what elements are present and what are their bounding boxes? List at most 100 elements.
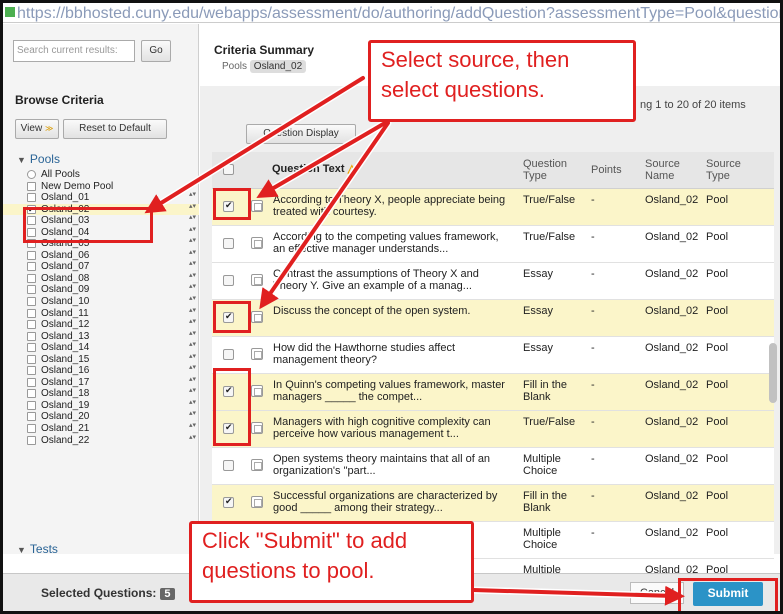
preview-icon[interactable]	[251, 459, 263, 471]
pool-item[interactable]: Osland_12 ▴▾	[3, 318, 199, 331]
preview-icon[interactable]	[251, 311, 263, 323]
preview-icon[interactable]	[251, 200, 263, 212]
pool-checkbox[interactable]	[27, 273, 36, 283]
reorder-handle-icon[interactable]: ▴▾	[189, 226, 196, 233]
reorder-handle-icon[interactable]: ▴▾	[189, 191, 196, 198]
reorder-handle-icon[interactable]: ▴▾	[189, 364, 196, 371]
go-button[interactable]: Go	[141, 40, 171, 62]
reorder-handle-icon[interactable]: ▴▾	[189, 307, 196, 314]
pool-checkbox[interactable]	[27, 331, 36, 341]
preview-icon[interactable]	[251, 422, 263, 434]
pool-item[interactable]: Osland_18 ▴▾	[3, 387, 199, 400]
reorder-handle-icon[interactable]: ▴▾	[189, 214, 196, 221]
reorder-handle-icon[interactable]: ▴▾	[189, 295, 196, 302]
pool-item[interactable]: Osland_07 ▴▾	[3, 260, 199, 273]
reorder-handle-icon[interactable]: ▴▾	[189, 353, 196, 360]
table-row[interactable]: In Quinn's competing values framework, m…	[212, 374, 774, 411]
pool-checkbox[interactable]	[27, 320, 36, 330]
question-checkbox[interactable]	[223, 496, 234, 508]
preview-icon[interactable]	[251, 385, 263, 397]
pool-item[interactable]: Osland_15 ▴▾	[3, 353, 199, 366]
pool-item[interactable]: Osland_06 ▴▾	[3, 249, 199, 262]
criteria-chip[interactable]: Osland_02	[249, 60, 307, 73]
preview-icon[interactable]	[251, 237, 263, 249]
pool-item[interactable]: Osland_09 ▴▾	[3, 283, 199, 296]
pool-item[interactable]: Osland_17 ▴▾	[3, 376, 199, 389]
search-results-input[interactable]: Search current results:	[13, 40, 135, 62]
table-row[interactable]: Managers with high cognitive complexity …	[212, 411, 774, 448]
pools-section-header[interactable]: ▼ Pools	[17, 152, 60, 166]
preview-icon[interactable]	[251, 274, 263, 286]
table-row[interactable]: Open systems theory maintains that all o…	[212, 448, 774, 485]
table-row[interactable]: How did the Hawthorne studies affect man…	[212, 337, 774, 374]
reorder-handle-icon[interactable]: ▴▾	[189, 422, 196, 429]
pool-checkbox[interactable]	[27, 181, 36, 191]
pool-item[interactable]: Osland_20 ▴▾	[3, 410, 199, 423]
address-bar[interactable]: https://bbhosted.cuny.edu/webapps/assess…	[3, 3, 780, 23]
table-row[interactable]: Successful organizations are characteriz…	[212, 485, 774, 522]
pool-item[interactable]: Osland_22 ▴▾	[3, 434, 199, 447]
column-source-type[interactable]: Source Type	[706, 158, 746, 182]
column-source-name[interactable]: Source Name	[645, 158, 695, 182]
pool-checkbox[interactable]	[27, 400, 36, 410]
question-checkbox[interactable]	[223, 349, 234, 360]
pool-checkbox[interactable]	[27, 412, 36, 422]
reorder-handle-icon[interactable]: ▴▾	[189, 318, 196, 325]
pool-item[interactable]: Osland_08 ▴▾	[3, 272, 199, 285]
table-row[interactable]: Contrast the assumptions of Theory X and…	[212, 263, 774, 300]
reorder-handle-icon[interactable]: ▴▾	[189, 249, 196, 256]
reorder-handle-icon[interactable]: ▴▾	[189, 180, 196, 187]
pool-item[interactable]: Osland_10 ▴▾	[3, 295, 199, 308]
pool-checkbox[interactable]	[27, 377, 36, 387]
view-button[interactable]: View ≫	[15, 119, 59, 139]
pool-item[interactable]: Osland_13 ▴▾	[3, 330, 199, 343]
reorder-handle-icon[interactable]: ▴▾	[189, 203, 196, 210]
pool-item[interactable]: Osland_01 ▴▾	[3, 191, 199, 204]
reorder-handle-icon[interactable]: ▴▾	[189, 330, 196, 337]
scrollbar-thumb[interactable]	[769, 343, 777, 403]
pool-item[interactable]: Osland_14 ▴▾	[3, 341, 199, 354]
pool-checkbox[interactable]	[27, 366, 36, 376]
preview-icon[interactable]	[251, 496, 263, 508]
pool-checkbox[interactable]	[27, 308, 36, 318]
table-row[interactable]: According to Theory X, people appreciate…	[212, 189, 774, 226]
pool-checkbox[interactable]	[27, 250, 36, 260]
reorder-handle-icon[interactable]: ▴▾	[189, 434, 196, 441]
pool-item[interactable]: Osland_19 ▴▾	[3, 399, 199, 412]
reorder-handle-icon[interactable]: ▴▾	[189, 272, 196, 279]
column-points[interactable]: Points	[591, 164, 622, 176]
question-checkbox[interactable]	[223, 460, 234, 471]
pool-item[interactable]: All Pools	[3, 169, 199, 181]
pool-item[interactable]: New Demo Pool ▴▾	[3, 180, 199, 193]
reorder-handle-icon[interactable]: ▴▾	[189, 237, 196, 244]
pool-checkbox[interactable]	[27, 262, 36, 272]
pool-checkbox[interactable]	[27, 424, 36, 434]
pool-radio[interactable]	[27, 170, 36, 179]
reorder-handle-icon[interactable]: ▴▾	[189, 376, 196, 383]
pool-checkbox[interactable]	[27, 297, 36, 307]
question-checkbox[interactable]	[223, 238, 234, 249]
pool-checkbox[interactable]	[27, 435, 36, 445]
column-question-text[interactable]: Question Text △	[272, 163, 356, 175]
column-question-type[interactable]: Question Type	[523, 158, 583, 182]
table-row[interactable]: Discuss the concept of the open system. E…	[212, 300, 774, 337]
table-row[interactable]: According to the competing values framew…	[212, 226, 774, 263]
reorder-handle-icon[interactable]: ▴▾	[189, 341, 196, 348]
pool-checkbox[interactable]	[27, 389, 36, 399]
select-all-checkbox[interactable]	[223, 164, 234, 175]
cancel-button[interactable]: Cancel	[630, 582, 684, 604]
tests-section-header[interactable]: ▼ Tests	[17, 542, 58, 556]
pool-checkbox[interactable]	[27, 354, 36, 364]
question-checkbox[interactable]	[223, 275, 234, 286]
reorder-handle-icon[interactable]: ▴▾	[189, 283, 196, 290]
reorder-handle-icon[interactable]: ▴▾	[189, 410, 196, 417]
reorder-handle-icon[interactable]: ▴▾	[189, 387, 196, 394]
pool-item[interactable]: Osland_11 ▴▾	[3, 307, 199, 320]
pool-item[interactable]: Osland_21 ▴▾	[3, 422, 199, 435]
pool-item[interactable]: Osland_16 ▴▾	[3, 364, 199, 377]
reset-to-default-button[interactable]: Reset to Default	[63, 119, 167, 139]
pool-checkbox[interactable]	[27, 285, 36, 295]
reorder-handle-icon[interactable]: ▴▾	[189, 260, 196, 267]
preview-icon[interactable]	[251, 348, 263, 360]
reorder-handle-icon[interactable]: ▴▾	[189, 399, 196, 406]
